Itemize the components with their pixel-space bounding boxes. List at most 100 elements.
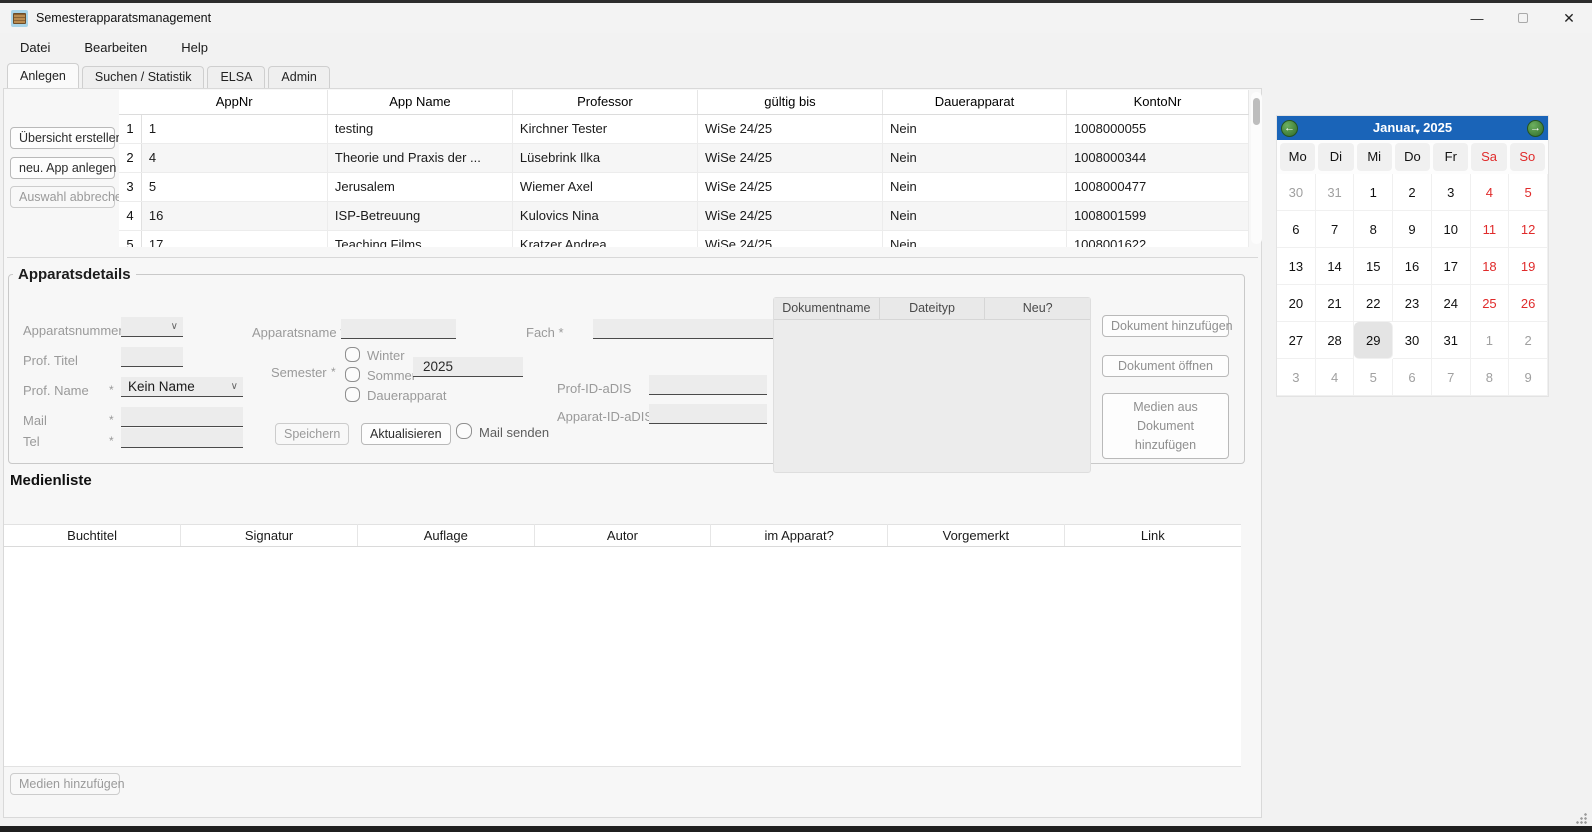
calendar-day[interactable]: 5 [1509,174,1548,211]
medien-column-header[interactable]: Autor [534,525,711,547]
calendar-day[interactable]: 1 [1354,174,1393,211]
resize-grip[interactable] [1576,813,1587,824]
calendar-day[interactable]: 13 [1277,248,1316,285]
calendar-day[interactable]: 14 [1316,248,1355,285]
medien-column-header[interactable]: Link [1064,525,1241,547]
prof-id-adis-input[interactable] [649,375,767,395]
documents-column-header[interactable]: Neu? [985,298,1090,320]
minimize-button[interactable]: — [1454,3,1500,33]
close-button[interactable]: ✕ [1546,3,1592,33]
calendar-day[interactable]: 8 [1471,359,1510,396]
calendar-day[interactable]: 1 [1471,322,1510,359]
mail-senden-checkbox[interactable] [456,423,472,439]
calendar-day[interactable]: 20 [1277,285,1316,322]
table-row[interactable]: 24Theorie und Praxis der ...Lüsebrink Il… [119,143,1249,172]
calendar-day[interactable]: 3 [1277,359,1316,396]
tab-elsa[interactable]: ELSA [207,66,265,88]
tab-admin[interactable]: Admin [268,66,329,88]
calendar-day[interactable]: 6 [1393,359,1432,396]
mail-input[interactable] [121,407,243,427]
calendar-day[interactable]: 31 [1432,322,1471,359]
tel-input[interactable] [121,428,243,448]
menu-bearbeiten[interactable]: Bearbeiten [80,37,151,58]
calendar-day[interactable]: 19 [1509,248,1548,285]
dokument-hinzufuegen-button[interactable]: Dokument hinzufügen [1102,315,1229,337]
calendar-day[interactable]: 9 [1393,211,1432,248]
apps-column-header[interactable]: gültig bis [697,90,882,114]
calendar-day[interactable]: 23 [1393,285,1432,322]
menu-datei[interactable]: Datei [16,37,54,58]
calendar-day[interactable]: 30 [1277,174,1316,211]
calendar-day[interactable]: 24 [1432,285,1471,322]
medien-column-header[interactable]: Buchtitel [4,525,181,547]
calendar-day[interactable]: 16 [1393,248,1432,285]
calendar-day[interactable]: 17 [1432,248,1471,285]
neu-app-anlegen-button[interactable]: neu. App anlegen [10,157,115,179]
calendar-day[interactable]: 2 [1393,174,1432,211]
apps-column-header[interactable]: Professor [512,90,697,114]
medien-column-header[interactable]: im Apparat? [711,525,888,547]
menu-help[interactable]: Help [177,37,212,58]
calendar-day[interactable]: 18 [1471,248,1510,285]
calendar-day[interactable]: 12 [1509,211,1548,248]
apps-column-header[interactable]: App Name [327,90,512,114]
medien-aus-dokument-button[interactable]: Medien aus Dokument hinzufügen [1102,393,1229,459]
table-row[interactable]: 517Teaching FilmsKratzer AndreaWiSe 24/2… [119,230,1249,247]
documents-column-header[interactable]: Dokumentname [774,298,880,320]
calendar-day[interactable]: 26 [1509,285,1548,322]
calendar-day[interactable]: 5 [1354,359,1393,396]
documents-column-header[interactable]: Dateityp [880,298,986,320]
calendar-day[interactable]: 15 [1354,248,1393,285]
medien-column-header[interactable]: Auflage [357,525,534,547]
dauerapparat-radio[interactable] [345,387,360,402]
titlebar[interactable]: Semesterapparatsmanagement — ✕ [0,3,1592,33]
calendar-day[interactable]: 9 [1509,359,1548,396]
dokument-oeffnen-button[interactable]: Dokument öffnen [1102,355,1229,377]
sommer-radio[interactable] [345,367,360,382]
calendar-day[interactable]: 4 [1471,174,1510,211]
calendar-day[interactable]: 7 [1432,359,1471,396]
calendar-day[interactable]: 7 [1316,211,1355,248]
prof-name-select[interactable]: Kein Name ∨ [121,377,243,397]
apparatsname-input[interactable] [341,319,456,339]
table-row[interactable]: 11testingKirchner TesterWiSe 24/25Nein10… [119,114,1249,143]
apps-table-scrollbar[interactable] [1251,92,1262,244]
table-row[interactable]: 35JerusalemWiemer AxelWiSe 24/25Nein1008… [119,172,1249,201]
speichern-button[interactable]: Speichern [275,423,349,445]
tab-suchen-statistik[interactable]: Suchen / Statistik [82,66,205,88]
calendar-day[interactable]: 3 [1432,174,1471,211]
apps-column-header[interactable]: Dauerapparat [882,90,1066,114]
apparat-id-adis-input[interactable] [649,404,767,424]
apps-column-header[interactable]: AppNr [141,90,327,114]
calendar-day[interactable]: 6 [1277,211,1316,248]
calendar-day[interactable]: 25 [1471,285,1510,322]
aktualisieren-button[interactable]: Aktualisieren [361,423,451,445]
calendar-day[interactable]: 27 [1277,322,1316,359]
medien-column-header[interactable]: Vorgemerkt [888,525,1065,547]
calendar-day[interactable]: 11 [1471,211,1510,248]
apparatsnummer-select[interactable]: ∨ [121,317,183,337]
calendar-day[interactable]: 21 [1316,285,1355,322]
calendar-day[interactable]: 22 [1354,285,1393,322]
prof-titel-input[interactable] [121,347,183,367]
maximize-button[interactable] [1500,3,1546,33]
apps-column-header[interactable]: KontoNr [1066,90,1248,114]
medien-hinzufuegen-button[interactable]: Medien hinzufügen [10,773,120,795]
jahr-input[interactable]: 2025 [413,357,523,377]
auswahl-abbrechen-button[interactable]: Auswahl abbrechen [10,186,115,208]
calendar-day[interactable]: 30 [1393,322,1432,359]
tab-anlegen[interactable]: Anlegen [7,63,79,88]
calendar-prev-button[interactable]: ← [1281,120,1298,137]
medien-column-header[interactable]: Signatur [181,525,358,547]
calendar-day[interactable]: 4 [1316,359,1355,396]
calendar-day[interactable]: 29 [1354,322,1393,359]
uebersicht-erstellen-button[interactable]: Übersicht erstellen [10,127,115,149]
calendar-day[interactable]: 8 [1354,211,1393,248]
calendar-next-button[interactable]: → [1527,120,1544,137]
scrollbar-thumb[interactable] [1253,98,1260,125]
table-row[interactable]: 416ISP-BetreuungKulovics NinaWiSe 24/25N… [119,201,1249,230]
winter-radio[interactable] [345,347,360,362]
calendar-day[interactable]: 10 [1432,211,1471,248]
calendar-day[interactable]: 28 [1316,322,1355,359]
calendar-month-year[interactable]: Januar▾ 2025 [1373,120,1452,136]
